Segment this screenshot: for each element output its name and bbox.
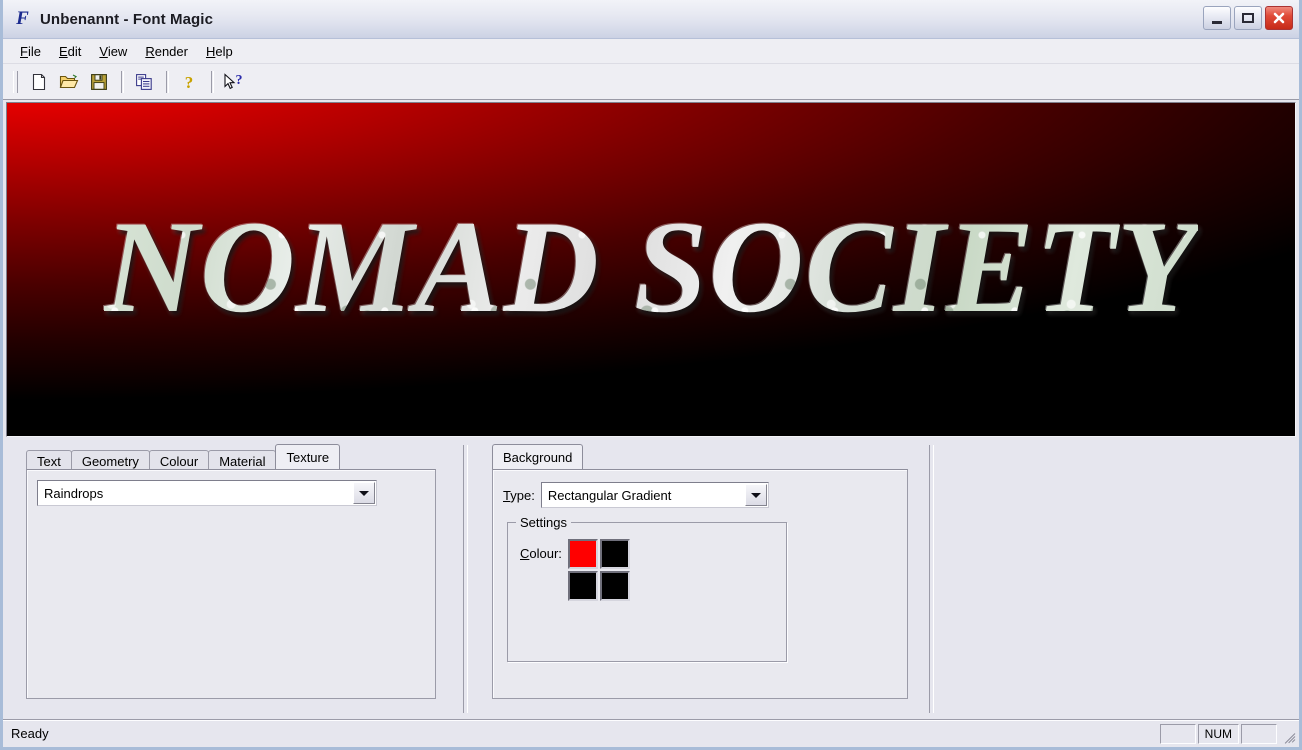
context-help-icon: ? (224, 73, 243, 89)
menu-bar: File Edit View Render Help (3, 39, 1299, 64)
type-row: Type: Rectangular Gradient (503, 482, 769, 508)
menu-label-file-rest: ile (27, 43, 41, 59)
toolbar-grip[interactable] (13, 70, 18, 93)
menu-item-view[interactable]: View (90, 42, 136, 61)
panel-splitter-2[interactable] (924, 443, 938, 719)
toolbar-separator-1 (121, 70, 124, 93)
tab-colour[interactable]: Colour (148, 450, 210, 471)
copy-icon (136, 73, 152, 90)
status-pane-3 (1241, 723, 1277, 744)
toolbar-separator-3 (211, 70, 214, 93)
title-bar: F Unbenannt - Font Magic (3, 0, 1299, 39)
middle-tabstrip: Background (472, 443, 924, 469)
settings-group-legend: Settings (516, 515, 571, 530)
menu-item-render[interactable]: Render (136, 42, 197, 61)
panel-splitter-1[interactable] (458, 443, 472, 719)
window-controls (1203, 6, 1293, 30)
texture-panel: Text Geometry Colour Material Texture Ra… (6, 443, 458, 719)
window-title: Unbenannt - Font Magic (40, 10, 214, 28)
swatch-top-right[interactable] (599, 539, 630, 569)
status-message: Ready (11, 726, 49, 741)
settings-group: Settings Colour: (507, 515, 787, 662)
maximize-button[interactable] (1234, 6, 1262, 30)
menu-label-help-rest: elp (215, 43, 233, 59)
menu-label-render-rest: ender (154, 43, 188, 59)
tab-texture[interactable]: Texture (275, 444, 341, 469)
status-pane-1 (1159, 723, 1196, 744)
minimize-icon (1212, 20, 1222, 24)
tool-bar: ? ? (3, 64, 1299, 100)
help-button[interactable]: ? (175, 69, 203, 95)
left-tabstrip: Text Geometry Colour Material Texture (6, 443, 458, 471)
toolbar-separator-2 (166, 70, 169, 93)
resize-grip-icon[interactable] (1280, 725, 1296, 744)
tab-material[interactable]: Material (208, 450, 277, 471)
tab-geometry[interactable]: Geometry (70, 450, 150, 471)
background-tab-body: Type: Rectangular Gradient Settings Colo… (492, 469, 908, 699)
texture-select-value: Raindrops (44, 485, 104, 501)
menu-label-edit-rest: dit (67, 43, 82, 59)
close-icon (1273, 12, 1285, 24)
new-button[interactable] (25, 69, 53, 95)
svg-text:?: ? (236, 73, 243, 88)
application-window: F Unbenannt - Font Magic File Edit View … (0, 0, 1302, 750)
help-question-icon: ? (185, 73, 194, 91)
swatch-bottom-right[interactable] (599, 571, 630, 601)
context-help-button[interactable]: ? (220, 69, 248, 95)
save-floppy-icon (91, 73, 107, 90)
render-canvas: NOMAD SOCIETY (7, 103, 1295, 436)
status-pane-num: NUM (1197, 723, 1239, 744)
swatch-bottom-left[interactable] (567, 571, 598, 601)
background-type-value: Rectangular Gradient (547, 487, 672, 503)
texture-select[interactable]: Raindrops (37, 480, 377, 506)
background-panel: Background Type: Rectangular Gradient Se… (472, 443, 924, 719)
save-button[interactable] (85, 69, 113, 95)
empty-panel (938, 443, 1296, 719)
swatch-top-left[interactable] (567, 539, 598, 569)
type-label: Type: (503, 487, 535, 503)
tab-text[interactable]: Text (26, 450, 72, 471)
svg-text:?: ? (185, 73, 194, 91)
menu-item-edit[interactable]: Edit (50, 42, 90, 61)
menu-item-file[interactable]: File (11, 42, 50, 61)
render-preview[interactable]: NOMAD SOCIETY (6, 102, 1296, 437)
new-icon (32, 73, 46, 90)
colour-swatch-grid (567, 539, 630, 601)
background-type-select[interactable]: Rectangular Gradient (540, 482, 769, 508)
open-button[interactable] (55, 69, 83, 95)
colour-label: Colour: (520, 546, 562, 561)
copy-button[interactable] (130, 69, 158, 95)
chevron-down-icon[interactable] (744, 484, 767, 506)
maximize-icon (1242, 13, 1254, 23)
texture-tab-body: Raindrops (26, 469, 436, 699)
menu-item-help[interactable]: Help (197, 42, 242, 61)
menu-label-view-rest: iew (107, 43, 128, 59)
open-folder-icon (59, 73, 79, 88)
rendered-text: NOMAD SOCIETY (103, 192, 1199, 340)
chevron-down-icon[interactable] (353, 482, 375, 504)
close-button[interactable] (1265, 6, 1293, 30)
panel-area: Text Geometry Colour Material Texture Ra… (3, 437, 1299, 719)
colour-row: Colour: (520, 539, 630, 601)
font-magic-f-icon: F (16, 8, 29, 29)
minimize-button[interactable] (1203, 6, 1231, 30)
status-bar: Ready NUM (3, 719, 1299, 747)
tab-background[interactable]: Background (492, 444, 584, 469)
